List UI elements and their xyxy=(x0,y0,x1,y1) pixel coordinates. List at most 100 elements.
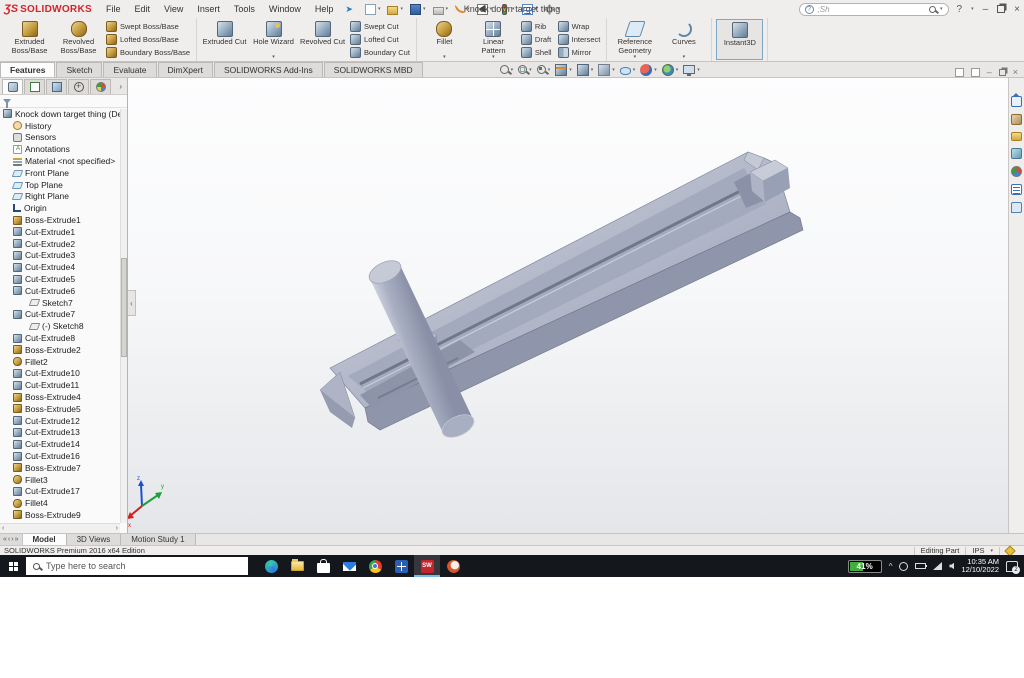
extruded-boss-base-button[interactable]: Extruded Boss/Base ▾ xyxy=(6,19,53,60)
battery-percentage-widget[interactable]: 41% xyxy=(847,559,882,573)
browser-icon[interactable] xyxy=(440,555,466,577)
revolved-cut-button[interactable]: Revolved Cut ▾ xyxy=(299,19,346,60)
tree-item[interactable]: Fillet3 xyxy=(0,474,127,486)
hole-wizard-button[interactable]: Hole Wizard ▾ xyxy=(250,19,297,60)
zoom-to-area-icon[interactable]: ▾ xyxy=(518,65,532,74)
tree-item[interactable]: Cut-Extrude2 xyxy=(0,238,127,250)
file-explorer-icon[interactable] xyxy=(1011,132,1022,141)
view-orientation-icon[interactable]: ▾ xyxy=(576,63,593,76)
intersect-button[interactable]: Intersect xyxy=(556,34,603,46)
new-document-icon[interactable]: ▾ xyxy=(363,3,383,16)
undo-icon[interactable]: ▾ xyxy=(453,4,472,14)
tree-item[interactable]: Cut-Extrude1 xyxy=(0,226,127,238)
close-button[interactable]: × xyxy=(1014,4,1020,15)
tree-item[interactable]: Front Plane xyxy=(0,167,127,179)
units-caret-icon[interactable]: ▾ xyxy=(990,548,993,554)
restore-button[interactable] xyxy=(997,5,1006,13)
tree-item[interactable]: Cut-Extrude12 xyxy=(0,415,127,427)
chrome-icon[interactable] xyxy=(362,555,388,577)
tree-item[interactable]: Fillet2 xyxy=(0,356,127,368)
doc-restore-button[interactable] xyxy=(998,68,1006,76)
menu-item[interactable]: Window xyxy=(269,4,301,14)
menu-item[interactable]: View xyxy=(164,4,183,14)
menu-item[interactable]: Edit xyxy=(134,4,150,14)
command-tab[interactable]: Evaluate xyxy=(103,62,157,77)
draft-button[interactable]: Draft xyxy=(519,34,554,46)
taskbar-search[interactable]: Type here to search xyxy=(26,557,248,575)
start-button[interactable] xyxy=(0,555,26,577)
command-tab[interactable]: DimXpert xyxy=(157,62,213,77)
edge-icon[interactable] xyxy=(258,555,284,577)
swept-cut-button[interactable]: Swept Cut xyxy=(348,21,412,33)
rib-button[interactable]: Rib xyxy=(519,21,554,33)
wrap-button[interactable]: Wrap xyxy=(556,21,603,33)
boundary-cut-button[interactable]: Boundary Cut xyxy=(348,47,412,59)
options-gear-icon[interactable]: ▾ xyxy=(542,3,562,16)
doc-minimize-button[interactable]: – xyxy=(987,67,992,77)
rebuild-icon[interactable]: ▾ xyxy=(497,3,517,16)
display-style-icon[interactable]: ▾ xyxy=(598,63,615,76)
tree-item[interactable]: Cut-Extrude11 xyxy=(0,379,127,391)
tree-item[interactable]: Cut-Extrude5 xyxy=(0,273,127,285)
tree-item[interactable]: (-) Sketch8 xyxy=(0,320,127,332)
design-library-icon[interactable] xyxy=(1011,114,1022,125)
mail-icon[interactable] xyxy=(336,555,362,577)
tree-scrollbar[interactable] xyxy=(120,109,127,523)
tray-sync-icon[interactable] xyxy=(899,561,909,571)
zoom-to-fit-icon[interactable]: ▾ xyxy=(499,65,513,74)
view-settings-icon[interactable]: ▾ xyxy=(683,65,700,76)
reference-geometry-button[interactable]: Reference Geometry ▾ xyxy=(611,19,658,60)
tree-item[interactable]: Material <not specified> xyxy=(0,155,127,167)
lofted-cut-button[interactable]: Lofted Cut xyxy=(348,34,412,46)
menu-item[interactable]: Insert xyxy=(197,4,220,14)
hide-show-items-icon[interactable]: ▾ xyxy=(619,65,635,75)
prev-tab-icon[interactable]: ‹ xyxy=(8,536,10,543)
tree-item[interactable]: Cut-Extrude7 xyxy=(0,309,127,321)
next-tab-icon[interactable]: › xyxy=(11,536,13,543)
section-view-icon[interactable]: ▾ xyxy=(555,63,572,76)
mirror-button[interactable]: Mirror xyxy=(556,47,603,59)
command-tab[interactable]: SOLIDWORKS Add-Ins xyxy=(213,62,323,77)
tree-item[interactable]: Fillet4 xyxy=(0,497,127,509)
doc-close-button[interactable]: × xyxy=(1013,67,1018,77)
units-selector[interactable]: IPS xyxy=(972,546,984,555)
swept-boss-base-button[interactable]: Swept Boss/Base xyxy=(104,21,192,33)
volume-icon[interactable] xyxy=(949,562,955,570)
tree-scrollbar-thumb[interactable] xyxy=(121,258,127,358)
tree-item[interactable]: Sketch7 xyxy=(0,297,127,309)
minimize-button[interactable]: – xyxy=(983,4,989,15)
save-icon[interactable]: ▾ xyxy=(408,3,428,16)
grid-app-icon[interactable] xyxy=(388,555,414,577)
tree-item[interactable]: Cut-Extrude10 xyxy=(0,368,127,380)
command-search-box[interactable]: ? ;Sh ▾ xyxy=(798,2,949,16)
solidworks-icon[interactable]: SW xyxy=(414,555,440,577)
help-button[interactable]: ? xyxy=(957,4,963,15)
featuremanager-tab-icon[interactable] xyxy=(2,78,23,94)
clock[interactable]: 10:35 AM 12/10/2022 xyxy=(961,557,999,575)
forum-icon[interactable] xyxy=(1011,202,1022,213)
tree-item[interactable]: Cut-Extrude3 xyxy=(0,250,127,262)
tree-item[interactable]: Boss-Extrude2 xyxy=(0,344,127,356)
tree-item[interactable]: Origin xyxy=(0,202,127,214)
tree-item[interactable]: Cut-Extrude16 xyxy=(0,450,127,462)
home-icon[interactable] xyxy=(1011,93,1022,107)
hidden-icons-chevron[interactable]: ^ xyxy=(889,562,893,571)
command-tab[interactable]: SOLIDWORKS MBD xyxy=(323,62,423,77)
network-icon[interactable] xyxy=(933,562,943,570)
search-caret-icon[interactable]: ▾ xyxy=(940,6,943,12)
tree-root-item[interactable]: Knock down target thing (Default<< xyxy=(0,108,127,120)
extruded-cut-button[interactable]: Extruded Cut ▾ xyxy=(201,19,248,60)
store-icon[interactable] xyxy=(310,555,336,577)
tree-item[interactable]: Boss-Extrude1 xyxy=(0,214,127,226)
model-tab[interactable]: Motion Study 1 xyxy=(121,534,196,545)
panel-collapse-handle[interactable]: ‹ xyxy=(128,290,136,316)
propertymanager-tab-icon[interactable] xyxy=(24,78,45,94)
tree-item[interactable]: Cut-Extrude14 xyxy=(0,438,127,450)
tree-item[interactable]: Cut-Extrude8 xyxy=(0,332,127,344)
first-tab-icon[interactable]: « xyxy=(3,536,7,543)
model-tab[interactable]: 3D Views xyxy=(66,534,122,545)
shell-button[interactable]: Shell xyxy=(519,47,554,59)
tab-scroll-buttons[interactable]: « ‹ › » xyxy=(0,534,23,545)
pin-icon[interactable]: ➤ xyxy=(345,4,353,15)
tree-item[interactable]: Annotations xyxy=(0,143,127,155)
